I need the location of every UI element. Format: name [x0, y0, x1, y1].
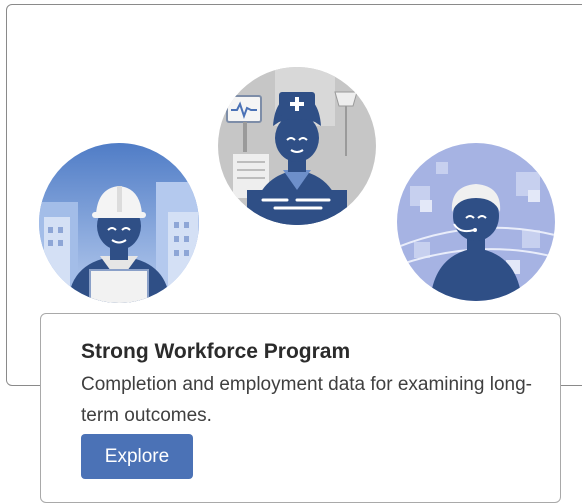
program-card: Strong Workforce Program Completion and …: [40, 313, 561, 503]
card-title: Strong Workforce Program: [81, 340, 351, 363]
card-description: Completion and employment data for exami…: [81, 374, 532, 426]
explore-button[interactable]: Explore: [81, 434, 193, 479]
construction-worker-icon: [39, 143, 199, 303]
customer-support-agent-icon: [397, 143, 555, 301]
nurse-icon: [218, 67, 376, 225]
